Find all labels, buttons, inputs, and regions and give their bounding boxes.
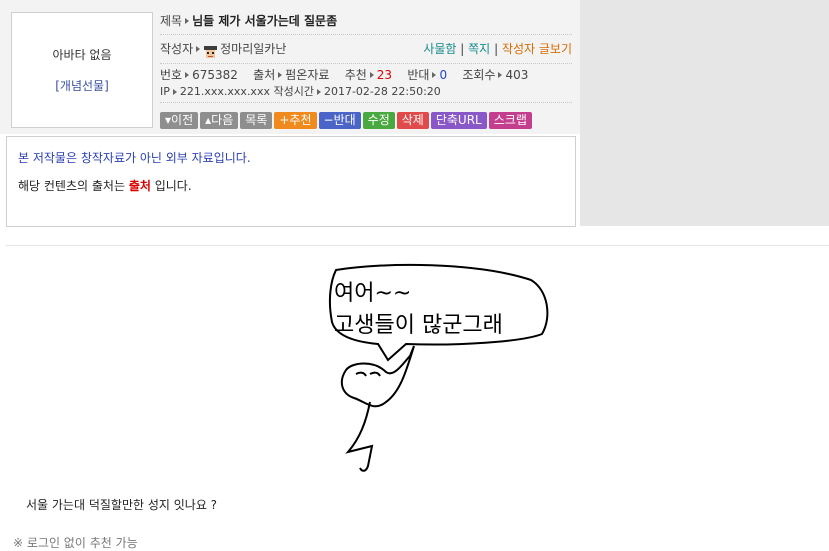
views-label: 조회수: [462, 68, 496, 82]
no-avatar-text: 아바타 없음: [52, 48, 112, 62]
delete-label: 삭제: [401, 113, 424, 127]
recommend-label: 추천: [344, 68, 367, 82]
speech-bubble-drawing: 여어~~ 고생들이 많군그래: [328, 263, 549, 472]
oppose-button-label: 반대: [333, 113, 356, 127]
notice-line2-post: 입니다.: [150, 179, 192, 193]
author-label: 작성자: [160, 42, 194, 56]
author-links: 사물함 | 쪽지 | 작성자 글보기: [423, 37, 572, 61]
notice-line2-pre: 해당 컨텐츠의 출처는: [18, 179, 129, 193]
arrow-icon: [278, 72, 283, 78]
arrow-icon: [172, 88, 177, 95]
minus-icon: −: [323, 113, 334, 127]
author-badge-icon: [203, 43, 218, 58]
post-time: 2017-02-28 22:50:20: [323, 85, 441, 98]
link-separator: |: [460, 42, 465, 56]
login-recommend-note: ※ 로그인 없이 추천 가능: [13, 536, 138, 550]
notice-line2: 해당 컨텐츠의 출처는 출처 입니다.: [18, 177, 192, 194]
title-row: 제목 님들 제가 서울가는데 질문좀: [160, 10, 572, 32]
arrow-icon: [196, 46, 201, 52]
stats-row: 번호 675382 출처 펌온자료 추천 23 반대 0 조회수 403: [160, 66, 572, 84]
arrow-icon: [498, 72, 503, 78]
divider: [160, 34, 572, 35]
post-number: 675382: [192, 68, 238, 82]
gift-link[interactable]: [개념선물]: [12, 77, 152, 94]
recommend-count: 23: [376, 68, 393, 82]
recommend-button-label: 추천: [289, 113, 312, 127]
time-label: 작성시간: [273, 85, 314, 98]
message-link[interactable]: 쪽지: [468, 42, 490, 56]
arrow-icon: [369, 72, 374, 78]
link-separator: |: [494, 42, 499, 56]
arrow-icon: [316, 88, 321, 95]
notice-line1: 본 저작물은 창작자료가 아닌 외부 자료입니다.: [18, 151, 251, 165]
content-divider: [6, 245, 829, 246]
recommend-button[interactable]: +추천: [274, 112, 317, 129]
avatar-box: 아바타 없음 [개념선물]: [11, 12, 153, 128]
delete-button[interactable]: 삭제: [396, 112, 429, 129]
oppose-label: 반대: [407, 68, 430, 82]
post-title: 님들 제가 서울가는데 질문좀: [192, 14, 338, 28]
post-body-text: 서울 가는대 덕질할만한 성지 잇나요 ?: [26, 498, 218, 512]
bubble-text-2: 고생들이 많군그래: [334, 313, 503, 338]
plus-icon: +: [279, 113, 290, 127]
list-button[interactable]: 목록: [240, 112, 273, 129]
profile-link[interactable]: 사물함: [423, 42, 456, 56]
oppose-button[interactable]: −반대: [318, 112, 361, 129]
author-row: 작성자 정마리일카난 사물함 | 쪽지 | 작성자 글보기: [160, 37, 572, 61]
title-label: 제목: [160, 14, 183, 28]
creature-eye: [355, 371, 367, 377]
divider: [160, 63, 572, 64]
divider: [160, 102, 572, 103]
arrow-icon: [185, 72, 190, 78]
post-source: 펌온자료: [285, 68, 330, 82]
creature-tail: [345, 401, 374, 472]
scrap-label: 스크랩: [493, 113, 527, 127]
author-posts-link[interactable]: 작성자 글보기: [502, 42, 572, 56]
edit-label: 수정: [367, 113, 390, 127]
edit-button[interactable]: 수정: [362, 112, 395, 129]
source-notice: 본 저작물은 창작자료가 아닌 외부 자료입니다. 해당 컨텐츠의 출처는 출처…: [6, 136, 576, 227]
ip-label: IP: [160, 85, 170, 98]
creature-eye: [369, 371, 381, 377]
prev-button[interactable]: ▾이전: [160, 112, 199, 129]
short-url-label: 단축URL: [435, 113, 482, 127]
short-url-button[interactable]: 단축URL: [430, 112, 487, 129]
arrow-icon: [185, 18, 190, 24]
arrow-icon: [432, 72, 437, 78]
prev-label: 이전: [171, 113, 194, 127]
post-buttons: ▾이전 ▴다음 목록 +추천 −반대 수정 삭제 단축URL 스크랩: [160, 112, 572, 130]
views-count: 403: [505, 68, 529, 82]
author-name[interactable]: 정마리일카난: [220, 42, 286, 56]
source-label: 출처: [253, 68, 276, 82]
next-button[interactable]: ▴다음: [200, 112, 239, 129]
scrap-button[interactable]: 스크랩: [488, 112, 532, 129]
creature-body: [340, 345, 415, 408]
post-info: 제목 님들 제가 서울가는데 질문좀 작성자 정마리일카난 사물함 | 쪽지 | …: [160, 10, 572, 130]
right-gray-panel: [580, 0, 829, 226]
source-link[interactable]: 출처: [129, 179, 151, 193]
ip-value: 221.xxx.xxx.xxx: [179, 85, 270, 98]
bubble-text-1: 여어~~: [334, 281, 411, 306]
number-label: 번호: [160, 68, 183, 82]
list-label: 목록: [245, 113, 268, 127]
ip-time-row: IP 221.xxx.xxx.xxx 작성시간 2017-02-28 22:50:2…: [160, 84, 572, 100]
oppose-count: 0: [439, 68, 448, 82]
next-label: 다음: [211, 113, 234, 127]
